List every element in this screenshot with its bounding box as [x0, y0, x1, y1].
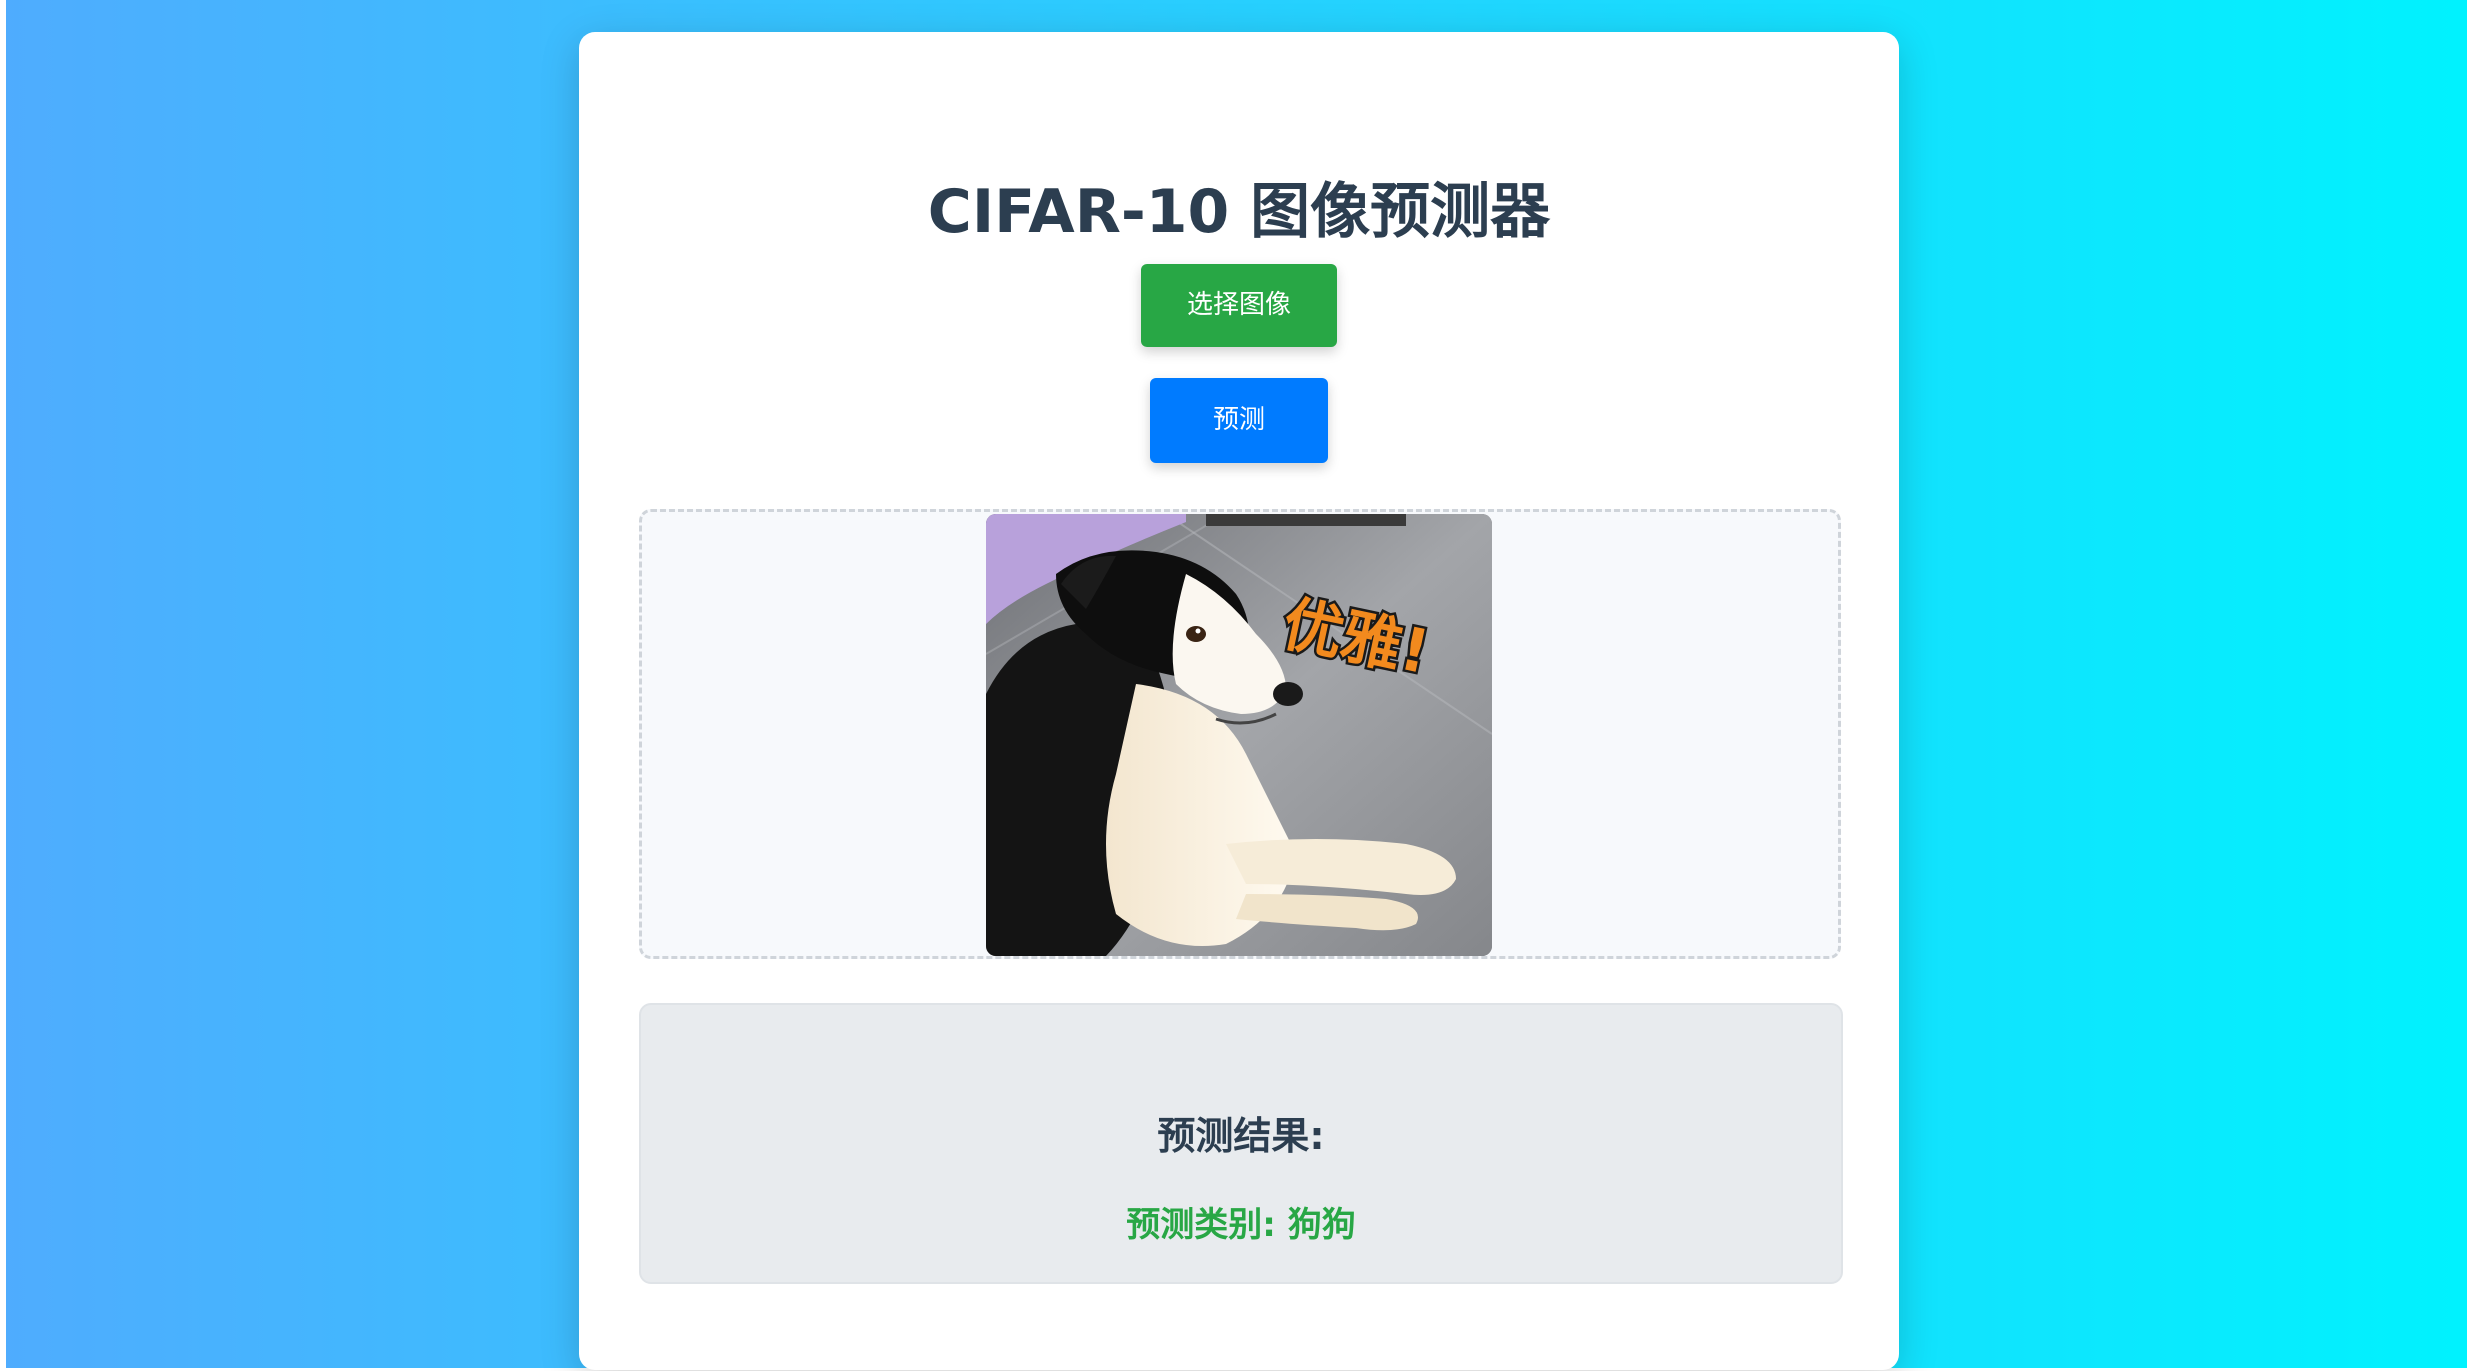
- predict-button[interactable]: 预测: [1150, 378, 1328, 463]
- predicted-class: 预测类别: 狗狗: [1126, 1205, 1356, 1245]
- page-title: CIFAR-10 图像预测器: [927, 177, 1551, 247]
- select-image-button[interactable]: 选择图像: [1141, 264, 1337, 347]
- image-preview-area: 优雅!: [639, 509, 1841, 959]
- result-heading: 预测结果:: [1157, 1114, 1325, 1158]
- window-edge: [0, 0, 6, 1371]
- main-card: CIFAR-10 图像预测器 选择图像 预测 优雅! 预测结果: 预测类别: 狗…: [579, 32, 1899, 1370]
- uploaded-image: 优雅!: [986, 514, 1492, 956]
- prediction-result-panel: 预测结果: 预测类别: 狗狗: [639, 1003, 1843, 1284]
